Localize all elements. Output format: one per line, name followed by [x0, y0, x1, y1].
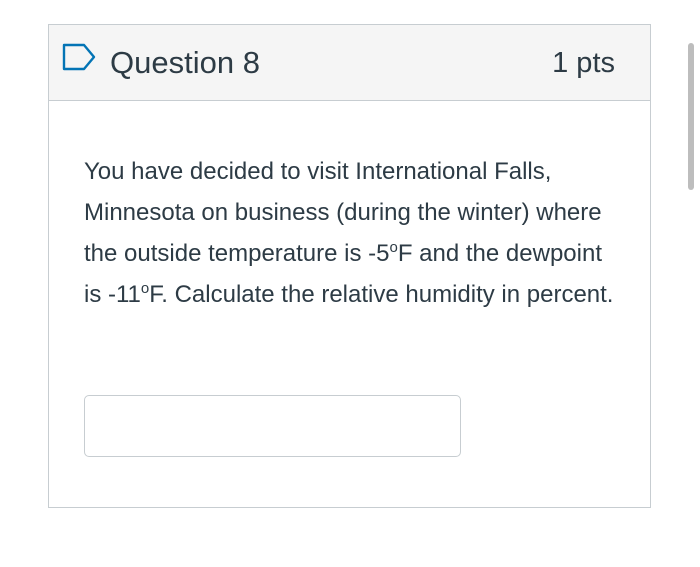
answer-input[interactable]	[84, 395, 461, 457]
quiz-page: Question 8 1 pts You have decided to vis…	[0, 0, 700, 567]
degree-superscript: o	[389, 239, 398, 256]
question-card: Question 8 1 pts You have decided to vis…	[48, 24, 651, 508]
question-points: 1 pts	[552, 47, 615, 79]
question-title: Question 8	[110, 45, 260, 80]
question-text: You have decided to visit International …	[84, 151, 614, 315]
question-header: Question 8 1 pts	[49, 25, 650, 101]
degree-superscript: o	[140, 280, 150, 297]
scrollbar[interactable]	[688, 43, 694, 190]
question-text-part: F. Calculate the relative humidity in pe…	[149, 281, 614, 308]
flag-outline-icon[interactable]	[62, 43, 96, 71]
